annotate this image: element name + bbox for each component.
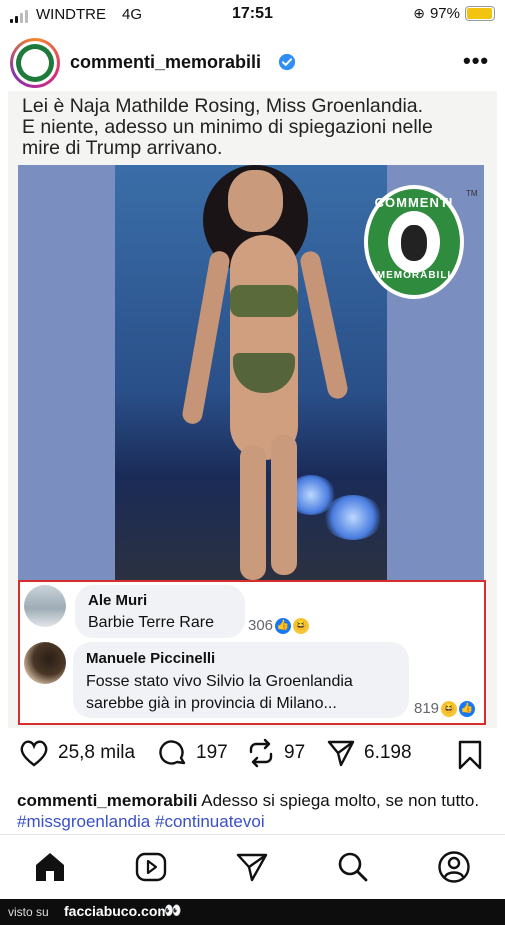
comment-author: Ale Muri: [88, 592, 148, 609]
comment-reactions: 819 😆 👍: [414, 700, 476, 717]
comment-text: Barbie Terre Rare: [88, 614, 214, 631]
post-text-line: E niente, adesso un minimo di spiegazion…: [22, 116, 433, 138]
repost-count: 97: [284, 742, 306, 763]
signal-icon: [10, 6, 30, 23]
clock: 17:51: [232, 5, 273, 22]
comment-count: 197: [196, 742, 228, 763]
comment-button[interactable]: 197: [158, 738, 228, 768]
like-reaction-icon: 👍: [459, 700, 476, 717]
runway-photo: COMMENTI MEMORABILI TM: [18, 165, 484, 580]
trademark-mark: TM: [466, 189, 478, 198]
comment-text: Fosse stato vivo Silvio la Groenlandia: [86, 673, 353, 690]
stage-light: [323, 495, 383, 540]
model-leg: [271, 435, 297, 575]
commenter-avatar: [24, 585, 66, 627]
watermark-prefix: visto su: [8, 905, 49, 919]
repost-icon: [249, 738, 273, 768]
status-left: WINDTRE 4G: [10, 6, 142, 23]
comment-bubble: Manuele Piccinelli Fosse stato vivo Silv…: [73, 642, 409, 718]
share-count: 6.198: [364, 742, 412, 763]
comment-text: sarebbe già in provincia di Milano...: [86, 695, 337, 712]
hashtag-link[interactable]: #continuatevoi: [155, 812, 265, 831]
bottom-nav: [0, 845, 505, 889]
home-icon[interactable]: [33, 851, 67, 883]
model-face: [228, 170, 283, 232]
comment-icon: [159, 740, 186, 765]
orientation-lock-icon: ⊕: [413, 5, 425, 21]
logo-text-bottom: MEMORABILI: [376, 270, 452, 281]
logo-text-top: COMMENTI: [374, 195, 454, 210]
divider: [0, 834, 505, 835]
send-icon: [327, 740, 355, 767]
model-body: [230, 235, 298, 460]
battery-percent: 97%: [429, 5, 460, 22]
action-bar: 25,8 mila 197 97 6.198: [0, 738, 505, 778]
post-text: Lei è Naja Mathilde Rosing, Miss Groenla…: [22, 96, 492, 159]
repost-button[interactable]: 97: [246, 738, 305, 768]
verified-badge-icon: [278, 53, 296, 71]
save-bookmark-icon[interactable]: [457, 740, 483, 770]
send-icon[interactable]: [235, 851, 269, 883]
share-button[interactable]: 6.198: [326, 738, 412, 768]
comment-author: Manuele Piccinelli: [86, 650, 216, 667]
profile-icon[interactable]: [437, 850, 471, 884]
like-reaction-icon: 👍: [275, 617, 292, 634]
haha-reaction-icon: 😆: [293, 617, 310, 634]
comment-reactions: 306 👍 😆: [248, 617, 310, 634]
haha-reaction-icon: 😆: [441, 700, 458, 717]
bikini-top: [230, 285, 298, 317]
commenter-avatar: [24, 642, 66, 684]
profile-username[interactable]: commenti_memorabili: [70, 52, 261, 73]
status-right: ⊕ 97%: [413, 5, 495, 22]
like-count: 25,8 mila: [58, 742, 136, 763]
reaction-count: 306: [248, 617, 274, 634]
profile-avatar[interactable]: [10, 38, 60, 88]
battery-icon: [465, 6, 495, 21]
network-type: 4G: [122, 6, 143, 23]
model-leg: [240, 445, 266, 580]
hashtag-link[interactable]: #missgroenlandia: [17, 812, 150, 831]
watermark-site: facciabuco.com: [64, 903, 170, 919]
post-text-line: Lei è Naja Mathilde Rosing, Miss Groenla…: [22, 95, 424, 117]
status-bar: WINDTRE 4G 17:51 ⊕ 97%: [0, 0, 505, 32]
heart-icon: [20, 740, 48, 767]
caption-username[interactable]: commenti_memorabili: [17, 791, 197, 810]
watermark-bar: visto su facciabuco.com 👀: [0, 899, 505, 925]
comment-bubble: Ale Muri Barbie Terre Rare: [75, 585, 245, 638]
post-text-line: mire di Trump arrivano.: [22, 137, 223, 159]
eyes-icon: 👀: [164, 902, 182, 918]
like-button[interactable]: 25,8 mila: [18, 738, 135, 768]
more-options-button[interactable]: •••: [463, 48, 489, 74]
carrier-name: WINDTRE: [36, 6, 106, 23]
caption-text: Adesso si spiega molto, se non tutto.: [197, 791, 480, 810]
reaction-count: 819: [414, 700, 440, 717]
search-icon[interactable]: [336, 851, 370, 883]
reels-icon[interactable]: [134, 851, 168, 883]
post-caption: commenti_memorabili Adesso si spiega mol…: [17, 790, 487, 832]
